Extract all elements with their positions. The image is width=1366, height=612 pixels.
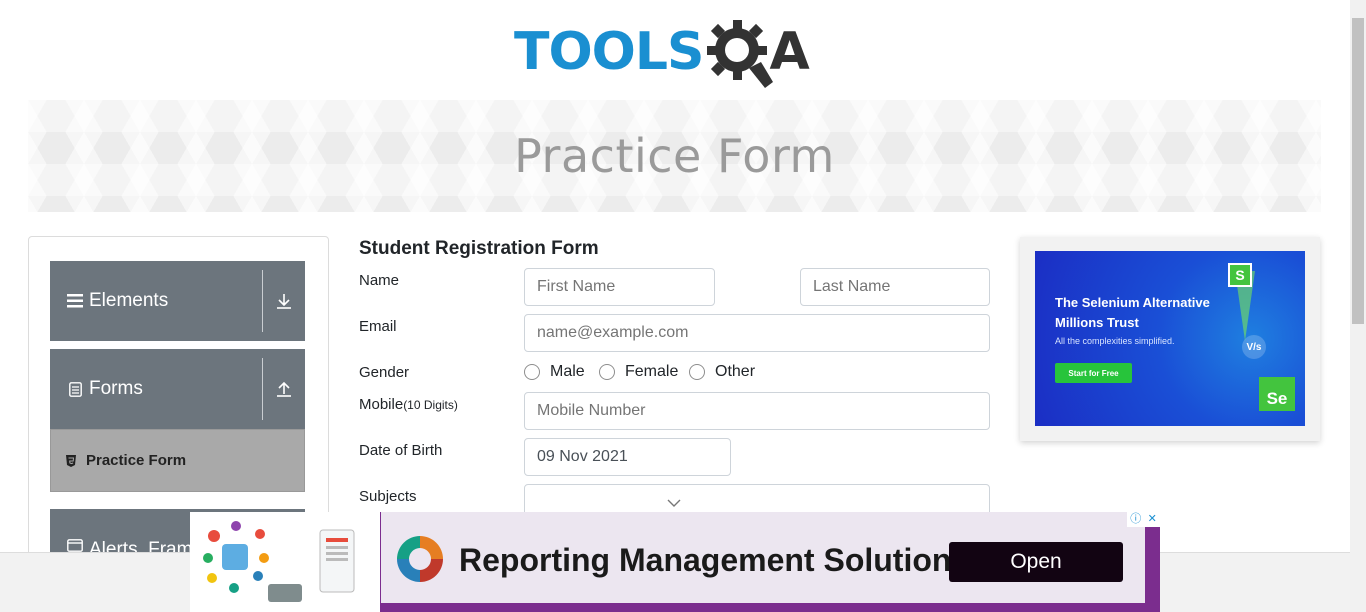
first-name-input[interactable] bbox=[524, 268, 715, 306]
mobile-hint: (10 Digits) bbox=[403, 398, 458, 412]
email-label: Email bbox=[359, 318, 397, 335]
html5-shield-icon bbox=[65, 454, 79, 468]
document-icon bbox=[67, 381, 83, 397]
ad-vs-badge: V/s bbox=[1242, 335, 1266, 359]
ad-title-line2: Millions Trust bbox=[1055, 315, 1139, 330]
right-ad-frame: S V/s The Selenium Alternative Millions … bbox=[1020, 237, 1320, 441]
ad-start-button[interactable]: Start for Free bbox=[1055, 363, 1132, 383]
email-input[interactable] bbox=[524, 314, 990, 352]
bottom-ad-banner[interactable]: Reporting Management Solution Open ⓘ ✕ bbox=[190, 512, 1160, 612]
radio-circle[interactable] bbox=[689, 364, 705, 380]
selenium-ad[interactable]: S V/s The Selenium Alternative Millions … bbox=[1035, 251, 1305, 426]
ad-illustration bbox=[190, 512, 380, 612]
ad-badge-s: S bbox=[1228, 263, 1252, 287]
gender-radio-other[interactable]: Other bbox=[689, 363, 755, 381]
ad-controls: ⓘ ✕ bbox=[1127, 512, 1160, 527]
radio-circle[interactable] bbox=[599, 364, 615, 380]
upload-arrow-icon[interactable] bbox=[263, 381, 305, 397]
gender-radio-female[interactable]: Female bbox=[599, 363, 678, 381]
download-arrow-icon[interactable] bbox=[263, 293, 305, 309]
last-name-input[interactable] bbox=[800, 268, 990, 306]
page-banner: Practice Form bbox=[28, 100, 1321, 212]
info-icon[interactable]: ⓘ bbox=[1130, 514, 1141, 525]
logo-a-text: A bbox=[769, 22, 810, 82]
ad-badge-se: Se bbox=[1259, 377, 1295, 411]
mobile-label: Mobile(10 Digits) bbox=[359, 396, 458, 413]
radio-label: Female bbox=[625, 363, 679, 380]
page-title: Practice Form bbox=[514, 129, 835, 183]
ad-title-line1: The Selenium Alternative bbox=[1055, 295, 1210, 310]
toolsqa-logo[interactable]: TOOLS A bbox=[514, 12, 844, 92]
dob-input[interactable]: 09 Nov 2021 bbox=[524, 438, 731, 476]
bars-icon bbox=[67, 294, 83, 308]
sidebar-group-label: Forms bbox=[89, 378, 143, 399]
ad-panel: Reporting Management Solution Open bbox=[381, 512, 1145, 603]
name-label: Name bbox=[359, 272, 400, 289]
close-icon[interactable]: ✕ bbox=[1148, 514, 1157, 525]
mobile-label-text: Mobile bbox=[359, 396, 404, 413]
dob-label: Date of Birth bbox=[359, 442, 443, 459]
ad-open-button[interactable]: Open bbox=[949, 542, 1123, 582]
sidebar-group-elements[interactable]: Elements bbox=[50, 261, 305, 341]
ad-subtitle: All the complexities simplified. bbox=[1055, 336, 1175, 346]
ad-headline: Reporting Management Solution bbox=[459, 542, 952, 578]
sidebar-item-label: Practice Form bbox=[86, 452, 187, 469]
sidebar-group-forms[interactable]: Forms bbox=[50, 349, 305, 429]
sidebar-group-label: Elements bbox=[89, 290, 169, 311]
gender-radio-male[interactable]: Male bbox=[524, 363, 585, 381]
radio-circle[interactable] bbox=[524, 364, 540, 380]
ad-title: The Selenium Alternative Millions Trust bbox=[1055, 293, 1210, 333]
radio-label: Male bbox=[550, 363, 585, 380]
ad-logo-icon bbox=[393, 532, 447, 586]
dob-value: 09 Nov 2021 bbox=[537, 448, 628, 465]
sidebar-item-practice-form[interactable]: Practice Form bbox=[50, 429, 305, 492]
logo-gear-icon bbox=[705, 16, 775, 88]
gender-label: Gender bbox=[359, 364, 410, 381]
scrollbar-thumb[interactable] bbox=[1352, 18, 1364, 324]
form-title: Student Registration Form bbox=[359, 238, 599, 259]
radio-label: Other bbox=[715, 363, 756, 380]
subjects-label: Subjects bbox=[359, 488, 417, 505]
logo-text: TOOLS bbox=[514, 22, 704, 82]
mobile-input[interactable] bbox=[524, 392, 990, 430]
chevron-down-icon[interactable] bbox=[667, 495, 681, 513]
window-icon bbox=[67, 539, 83, 552]
